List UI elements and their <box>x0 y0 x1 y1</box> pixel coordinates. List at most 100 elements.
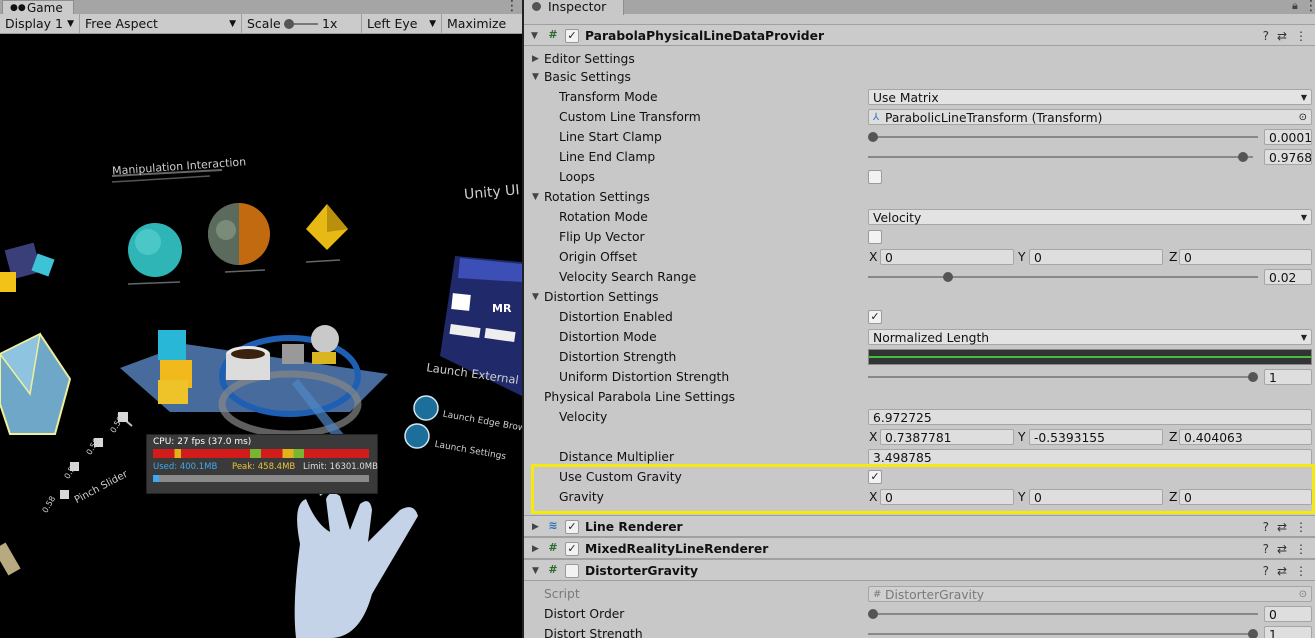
rotation-settings-foldout[interactable]: ▼ Rotation Settings <box>524 187 1315 207</box>
field-label: Loops <box>559 170 595 184</box>
slider-handle[interactable] <box>1238 152 1248 162</box>
distort-strength-input[interactable]: 1 <box>1264 626 1312 638</box>
uniform-distortion-strength-input[interactable]: 1 <box>1264 369 1312 385</box>
help-icon[interactable]: ? <box>1263 542 1269 556</box>
distortion-curve-field[interactable] <box>868 349 1312 365</box>
aspect-dropdown[interactable]: Free Aspect ▼ <box>80 14 242 34</box>
chevron-down-icon: ▼ <box>429 19 436 29</box>
mrtk-logo-text: MR <box>492 302 512 315</box>
fold-arrow-icon[interactable]: ▶ <box>532 516 539 538</box>
loops-checkbox[interactable] <box>868 170 882 184</box>
velocity-z-input[interactable]: 0.404063 <box>1179 429 1312 445</box>
transform-mode-dropdown[interactable]: Use Matrix ▼ <box>868 89 1312 105</box>
launch-settings-button-shape <box>404 423 430 449</box>
component-enabled-checkbox[interactable]: ✓ <box>565 29 579 43</box>
field-label: Distortion Enabled <box>559 310 673 324</box>
game-toolbar: Display 1 ▼ Free Aspect ▼ Scale 1x Left … <box>0 14 522 51</box>
component-enabled-checkbox[interactable]: ✓ <box>565 542 579 556</box>
tab-game[interactable]: ●● Game <box>2 0 74 15</box>
axis-x-label: X <box>869 250 878 264</box>
velocity-x-input[interactable]: 0.7387781 <box>880 429 1014 445</box>
origin-offset-y-input[interactable]: 0 <box>1029 249 1163 265</box>
presets-icon[interactable]: ⇄ <box>1277 564 1287 578</box>
profiler-overlay: CPU: 27 fps (37.0 ms) Used: 400.1MB Peak… <box>146 434 378 494</box>
more-icon[interactable]: ⋮ <box>1295 29 1307 43</box>
mixed-reality-line-renderer-header[interactable]: ▶ # ✓ MixedRealityLineRenderer ? ⇄ ⋮ <box>524 537 1315 559</box>
frame-time-bar <box>153 449 369 458</box>
component-header-icons: ? ⇄ ⋮ <box>1255 538 1307 560</box>
more-options-icon[interactable]: ⋮ <box>505 0 519 14</box>
slider-handle[interactable] <box>943 272 953 282</box>
slider-track[interactable] <box>868 156 1253 158</box>
distort-order-input[interactable]: 0 <box>1264 606 1312 622</box>
display-dropdown[interactable]: Display 1 ▼ <box>0 14 80 34</box>
slider-track[interactable] <box>868 633 1253 635</box>
highlight-box <box>531 464 1315 514</box>
presets-icon[interactable]: ⇄ <box>1277 29 1287 43</box>
scale-slider-handle[interactable] <box>284 19 294 29</box>
slider-track[interactable] <box>873 613 1258 615</box>
slider-handle[interactable] <box>868 132 878 142</box>
distortion-enabled-checkbox[interactable]: ✓ <box>868 310 882 324</box>
velocity-search-range-input[interactable]: 0.02 <box>1264 269 1312 285</box>
slider-track[interactable] <box>868 276 1258 278</box>
help-icon[interactable]: ? <box>1263 520 1269 534</box>
fold-arrow-icon[interactable]: ▼ <box>532 67 539 87</box>
component-title: MixedRealityLineRenderer <box>585 542 769 556</box>
fold-arrow-icon[interactable]: ▼ <box>532 287 539 307</box>
presets-icon[interactable]: ⇄ <box>1277 542 1287 556</box>
line-end-clamp-input[interactable]: 0.97685 <box>1264 149 1312 165</box>
more-icon[interactable]: ⋮ <box>1295 520 1307 534</box>
section-label: Physical Parabola Line Settings <box>544 390 736 404</box>
help-icon[interactable]: ? <box>1263 29 1269 43</box>
custom-line-transform-field[interactable]: ⅄ ParabolicLineTransform (Transform) ⊙ <box>868 109 1312 125</box>
rotation-mode-dropdown[interactable]: Velocity ▼ <box>868 209 1312 225</box>
fold-arrow-icon[interactable]: ▼ <box>532 560 539 582</box>
display-label: Display 1 <box>5 16 64 31</box>
dropdown-value: Normalized Length <box>873 331 990 345</box>
fold-arrow-icon[interactable]: ▶ <box>532 49 539 69</box>
line-renderer-header[interactable]: ▶ ≋ ✓ Line Renderer ? ⇄ ⋮ <box>524 515 1315 537</box>
distance-multiplier-input[interactable]: 3.498785 <box>868 449 1312 465</box>
fold-arrow-icon[interactable]: ▼ <box>531 25 538 47</box>
lock-icon[interactable]: 🔒︎ <box>1292 0 1298 13</box>
eye-dropdown[interactable]: Left Eye ▼ <box>362 14 442 34</box>
more-icon[interactable]: ⋮ <box>1295 542 1307 556</box>
more-options-icon[interactable]: ⋮ <box>1304 0 1315 14</box>
slider-handle[interactable] <box>868 609 878 619</box>
distorter-gravity-header[interactable]: ▼ # DistorterGravity ? ⇄ ⋮ <box>524 559 1315 581</box>
component-enabled-checkbox[interactable] <box>565 564 579 578</box>
component-header[interactable]: ▼ # ✓ ParabolaPhysicalLineDataProvider ?… <box>524 24 1315 46</box>
distortion-settings-foldout[interactable]: ▼ Distortion Settings <box>524 287 1315 307</box>
game-viewport[interactable]: Manipulation Interaction Unity UI E MR L… <box>0 34 522 638</box>
slider-track[interactable] <box>873 136 1258 138</box>
object-picker-icon[interactable]: ⊙ <box>1299 110 1307 124</box>
script-icon: # <box>548 563 558 576</box>
presets-icon[interactable]: ⇄ <box>1277 520 1287 534</box>
maximize-toggle[interactable]: Maximize On <box>442 14 522 51</box>
origin-offset-z-input[interactable]: 0 <box>1179 249 1312 265</box>
component-enabled-checkbox[interactable]: ✓ <box>565 520 579 534</box>
origin-offset-x-input[interactable]: 0 <box>880 249 1014 265</box>
help-icon[interactable]: ? <box>1263 564 1269 578</box>
fold-arrow-icon[interactable]: ▼ <box>532 187 539 207</box>
component-title: DistorterGravity <box>585 564 698 578</box>
slider-handle[interactable] <box>1248 629 1258 638</box>
field-label: Line Start Clamp <box>559 130 662 144</box>
tab-inspector[interactable]: Inspector <box>524 0 624 15</box>
more-icon[interactable]: ⋮ <box>1295 564 1307 578</box>
distortion-strength-row: Distortion Strength <box>524 347 1315 367</box>
origin-offset-row: Origin Offset X 0 Y 0 Z 0 <box>524 247 1315 267</box>
profiler-peak: Peak: 458.4MB <box>232 462 296 472</box>
slider-handle[interactable] <box>1248 372 1258 382</box>
line-start-clamp-input[interactable]: 0.0001 <box>1264 129 1312 145</box>
slider-track[interactable] <box>868 376 1253 378</box>
loops-row: Loops <box>524 167 1315 187</box>
velocity-y-input[interactable]: -0.5393155 <box>1029 429 1163 445</box>
flip-up-vector-checkbox[interactable] <box>868 230 882 244</box>
distortion-mode-dropdown[interactable]: Normalized Length ▼ <box>868 329 1312 345</box>
velocity-magnitude-input[interactable]: 6.972725 <box>868 409 1312 425</box>
fold-arrow-icon[interactable]: ▶ <box>532 538 539 560</box>
editor-settings-foldout[interactable]: ▶ Editor Settings <box>524 49 1315 69</box>
basic-settings-foldout[interactable]: ▼ Basic Settings <box>524 67 1315 87</box>
